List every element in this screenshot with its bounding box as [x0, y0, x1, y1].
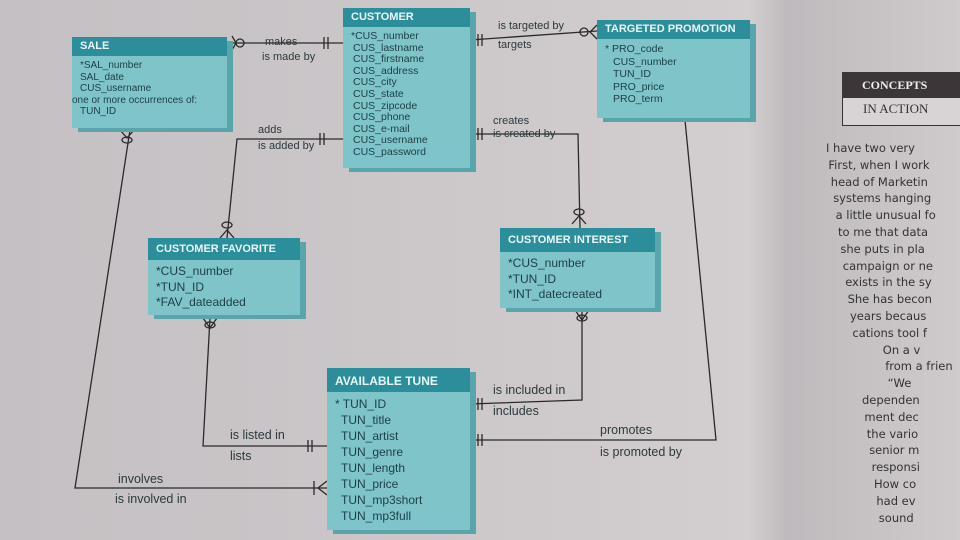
- rel-label: is included in: [493, 383, 566, 397]
- entity-targeted-promotion[interactable]: TARGETED PROMOTION * PRO_code CUS_number T…: [597, 20, 750, 118]
- rel-label: is listed in: [230, 428, 285, 442]
- attribute: *CUS_number: [351, 30, 419, 42]
- attribute: CUS_number: [613, 55, 677, 68]
- concepts-in-action-box: CONCEPTS IN ACTION: [842, 72, 960, 126]
- sidebar-text-line: First, when I work: [828, 157, 930, 172]
- attribute: PRO_price: [613, 80, 665, 93]
- rel-label: includes: [493, 404, 539, 418]
- attribute: one or more occurrences of:: [72, 94, 198, 106]
- rel-label: is added by: [258, 140, 315, 152]
- rel-label: is promoted by: [600, 445, 682, 459]
- rel-label: is made by: [262, 51, 316, 63]
- attribute: *INT_datecreated: [508, 287, 603, 301]
- concepts-title: CONCEPTS: [842, 72, 960, 98]
- attribute: CUS_username: [80, 83, 152, 94]
- attribute: TUN_mp3full: [341, 509, 412, 523]
- rel-label: targets: [498, 39, 532, 51]
- rel-label: adds: [258, 124, 282, 136]
- entity-title: CUSTOMER: [343, 8, 470, 27]
- attribute: PRO_term: [613, 93, 663, 105]
- rel-label: is targeted by: [498, 20, 565, 32]
- sidebar-text-line: cations tool f: [852, 325, 927, 340]
- attribute: TUN_ID: [80, 106, 117, 117]
- entity-title: AVAILABLE TUNE: [327, 368, 470, 392]
- entity-customer-favorite[interactable]: CUSTOMER FAVORITE *CUS_number *TUN_ID *FAV…: [148, 238, 300, 315]
- sidebar-text-line: exists in the sy: [845, 275, 932, 290]
- attribute: *SAL_number: [80, 60, 143, 71]
- sidebar-text-line: responsi: [871, 460, 920, 475]
- sidebar-text-line: head of Marketin: [830, 174, 928, 189]
- sidebar-text-line: she puts in pla: [840, 241, 925, 256]
- sidebar-text-line: the vario: [866, 426, 919, 441]
- attribute: * PRO_code: [605, 43, 664, 55]
- sidebar-text-line: campaign or ne: [842, 258, 933, 273]
- attribute: TUN_genre: [341, 445, 404, 459]
- rel-label: lists: [230, 449, 252, 463]
- attribute: SAL_date: [80, 71, 124, 83]
- sidebar-text-line: sound: [878, 510, 914, 525]
- attribute: CUS_phone: [353, 111, 411, 124]
- entity-title: CUSTOMER INTEREST: [500, 228, 655, 252]
- customer-interest-line: [470, 128, 587, 229]
- sidebar-text: I have two very First, when I work head of…: [826, 140, 953, 526]
- rel-label: is created by: [493, 128, 556, 140]
- attribute: TUN_ID: [613, 68, 651, 80]
- attribute: TUN_price: [341, 477, 399, 491]
- attribute: TUN_artist: [341, 429, 399, 443]
- sidebar-text-line: years becaus: [850, 308, 927, 323]
- entity-customer[interactable]: CUSTOMER *CUS_number CUS_lastname CUS_firs…: [343, 8, 470, 168]
- rel-label: is involved in: [115, 492, 187, 506]
- entity-title: SALE: [72, 37, 227, 56]
- sidebar-text-line: to me that data: [838, 224, 929, 239]
- sidebar-text-line: She has becon: [847, 292, 932, 307]
- sidebar-text-line: On a v: [882, 342, 921, 357]
- attribute: *CUS_number: [508, 256, 586, 270]
- sidebar-text-line: from a frien: [885, 359, 953, 374]
- entity-customer-interest[interactable]: CUSTOMER INTEREST *CUS_number *TUN_ID *INT…: [500, 228, 655, 308]
- sidebar-text-line: “We: [887, 376, 912, 391]
- attribute: CUS_password: [353, 145, 426, 158]
- attribute: TUN_title: [341, 413, 392, 427]
- rel-label: creates: [493, 115, 530, 127]
- sidebar-text-line: systems hanging: [833, 191, 932, 206]
- sidebar-text-line: senior m: [869, 443, 920, 458]
- rel-label: promotes: [600, 423, 653, 437]
- attribute: CUS_state: [353, 87, 404, 100]
- sidebar-text-line: ment dec: [864, 409, 919, 424]
- sidebar-text-line: I have two very: [826, 141, 915, 155]
- rel-label: makes: [265, 36, 298, 48]
- attribute: TUN_mp3short: [341, 493, 423, 507]
- sidebar-text-line: dependen: [862, 392, 920, 407]
- concepts-subtitle: IN ACTION: [842, 98, 960, 126]
- attribute: *TUN_ID: [156, 279, 205, 294]
- sidebar-text-line: had ev: [876, 493, 916, 508]
- sidebar-text-line: a little unusual fo: [835, 208, 936, 223]
- entity-sale[interactable]: SALE *SAL_number SAL_date CUS_username one …: [72, 37, 227, 128]
- entity-available-tune[interactable]: AVAILABLE TUNE * TUN_ID TUN_title TUN_arti…: [327, 368, 470, 530]
- attribute: TUN_length: [341, 461, 406, 475]
- attribute: *FAV_dateadded: [156, 295, 246, 309]
- entity-title: TARGETED PROMOTION: [597, 20, 750, 39]
- rel-label: involves: [118, 472, 164, 486]
- entity-title: CUSTOMER FAVORITE: [148, 238, 300, 260]
- attribute: *TUN_ID: [508, 271, 557, 286]
- sidebar-text-line: How co: [874, 476, 917, 491]
- attribute: * TUN_ID: [335, 397, 387, 411]
- attribute: *CUS_number: [156, 264, 234, 278]
